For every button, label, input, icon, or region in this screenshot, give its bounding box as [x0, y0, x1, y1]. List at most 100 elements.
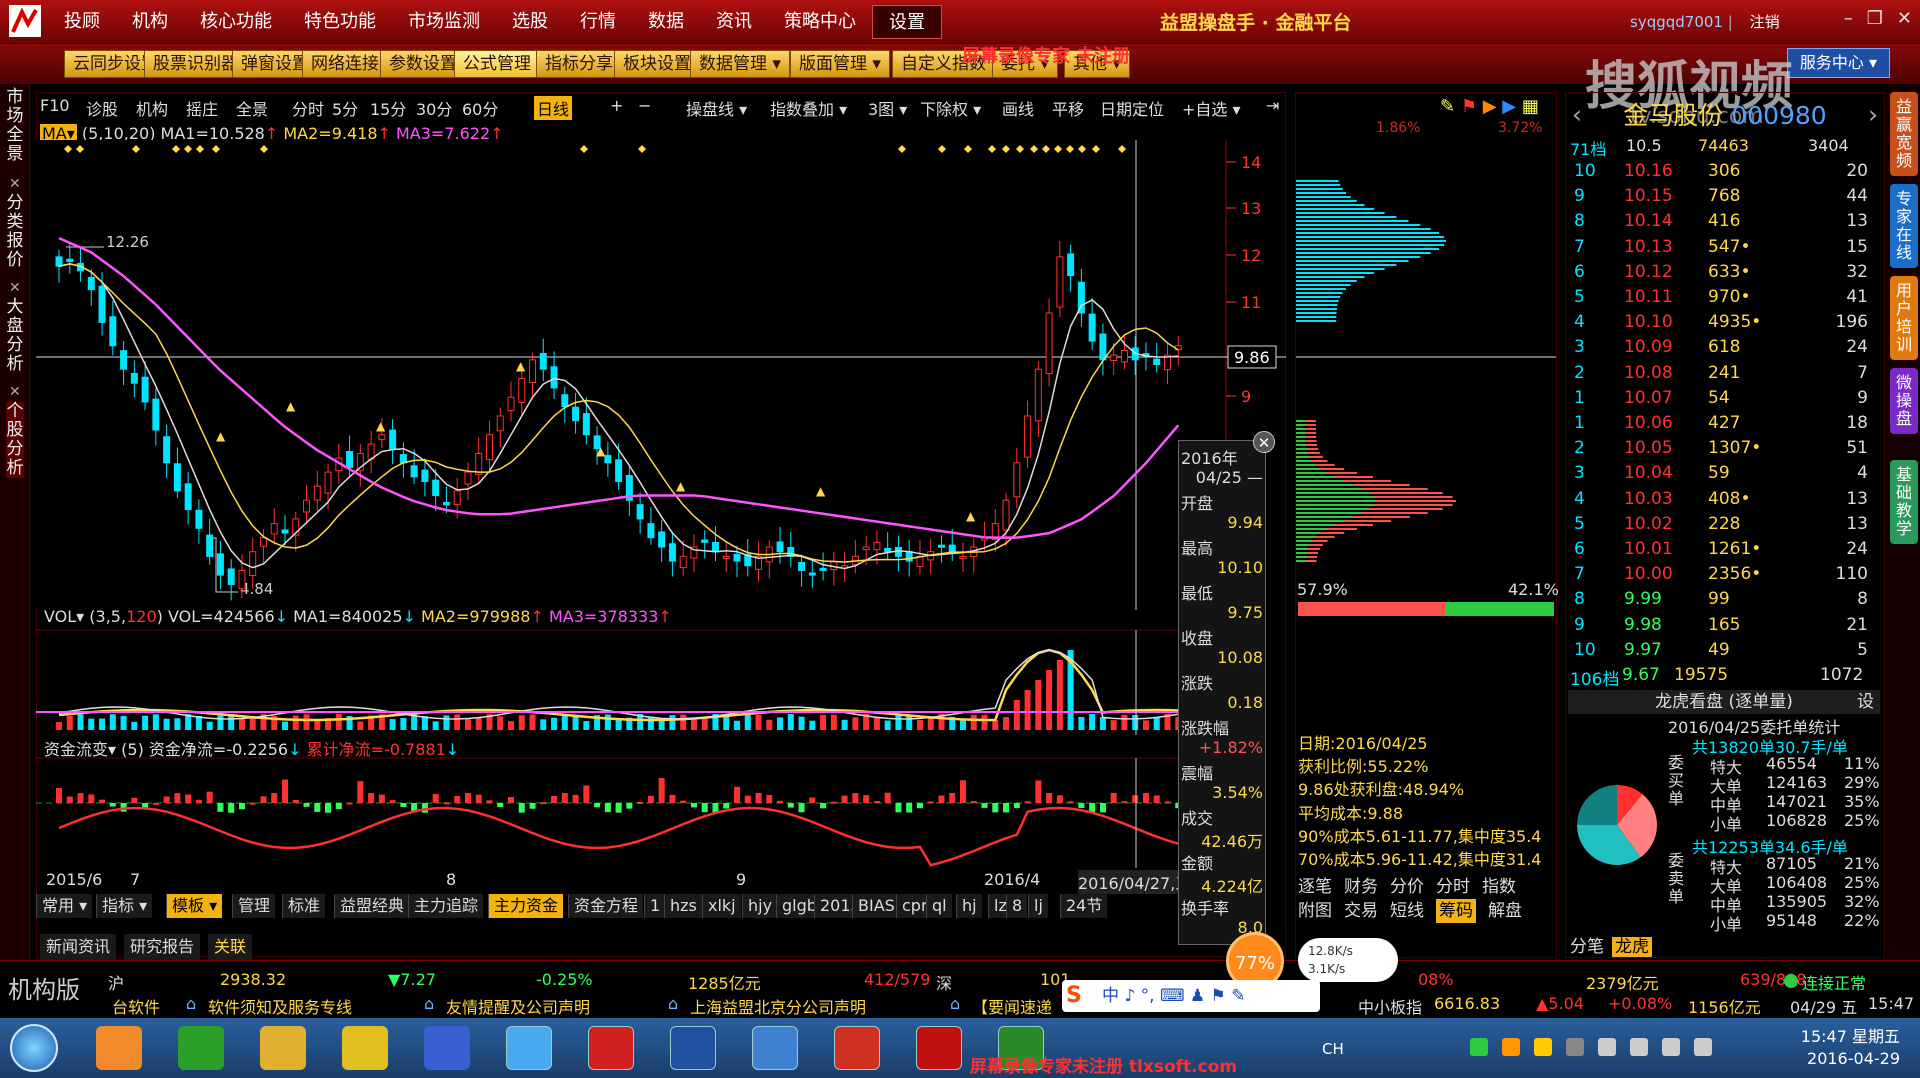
info-tab[interactable]: 关联	[208, 934, 253, 960]
tray-icon[interactable]	[1630, 1038, 1648, 1056]
menu-item[interactable]: 市场监测	[392, 5, 496, 39]
menu-item[interactable]: 资讯	[700, 5, 768, 39]
ie-icon[interactable]	[178, 1026, 224, 1070]
zoom-out-button[interactable]: −	[638, 96, 651, 115]
close-icon[interactable]: ✕	[9, 384, 21, 400]
f10-button[interactable]: F10	[40, 96, 70, 115]
menu-item[interactable]: 特色功能	[288, 5, 392, 39]
panorama-button[interactable]: 全景	[236, 96, 268, 120]
side-tab[interactable]: 益赢宽频	[1890, 92, 1918, 176]
close-icon[interactable]: ✕	[1253, 431, 1275, 453]
toolbar-button[interactable]: 公式管理	[454, 50, 540, 78]
arrow-icon[interactable]: ▶	[1502, 96, 1516, 117]
next-stock-icon[interactable]: ›	[1868, 100, 1878, 129]
side-tab[interactable]: 用户培训	[1890, 276, 1918, 360]
mid-tab[interactable]: 分价	[1390, 875, 1424, 899]
side-tab[interactable]: 专家在线	[1890, 184, 1918, 268]
indicator-tab[interactable]: 标准	[282, 894, 326, 918]
indicator-tab[interactable]: 益盟经典	[334, 894, 410, 918]
tray-icon[interactable]	[1566, 1038, 1584, 1056]
indicator-tab[interactable]: ql	[926, 894, 952, 918]
note-icon[interactable]: ▦	[1522, 96, 1539, 117]
diagnose-button[interactable]: 诊股	[86, 96, 118, 120]
toolbar-button[interactable]: 网络连接	[302, 50, 388, 78]
period-tab[interactable]: 5分	[332, 96, 358, 120]
toolbar-button[interactable]: 版面管理 ▾	[790, 50, 890, 78]
ticker-item[interactable]: 【要闻速递	[972, 994, 1052, 1018]
emoney-icon[interactable]	[588, 1026, 634, 1070]
mid-tab[interactable]: 附图	[1298, 899, 1332, 923]
indicator-tab[interactable]: xlkj	[702, 894, 741, 918]
indicator-tab[interactable]: 主力追踪	[408, 894, 484, 918]
chart-option-caopanxian[interactable]: 操盘线 ▾	[686, 96, 747, 120]
pencil-icon[interactable]: ✎	[1440, 96, 1455, 117]
tray-icon[interactable]	[1662, 1038, 1680, 1056]
triangle-icon[interactable]: ▶	[1483, 96, 1497, 117]
language-indicator[interactable]: CH	[1322, 1040, 1344, 1058]
close-icon[interactable]: ✕	[1897, 8, 1912, 29]
institution-button[interactable]: 机构	[136, 96, 168, 120]
ebank-icon[interactable]	[670, 1026, 716, 1070]
indicator-tab[interactable]: 24节	[1060, 894, 1108, 918]
menu-item[interactable]: 核心功能	[184, 5, 288, 39]
chart-option-three[interactable]: 3图 ▾	[868, 96, 907, 120]
paint-icon[interactable]	[424, 1026, 470, 1070]
windows-logo-icon[interactable]	[96, 1026, 142, 1070]
tray-icon[interactable]	[1470, 1038, 1488, 1056]
right-tab[interactable]: 分笔	[1570, 937, 1604, 957]
menu-item[interactable]: 数据	[632, 5, 700, 39]
tab-category-quotes[interactable]: 分类报价	[6, 194, 24, 270]
info-tab[interactable]: 新闻资讯	[40, 934, 117, 960]
indicator-tab[interactable]: 模板 ▾	[166, 894, 223, 918]
toolbar-button[interactable]: 板块设置	[614, 50, 700, 78]
tray-icon[interactable]	[1694, 1038, 1712, 1056]
indicator-tab[interactable]: BIAS	[852, 894, 900, 918]
tray-icon[interactable]	[1598, 1038, 1616, 1056]
side-tab[interactable]: 基础教学	[1890, 460, 1918, 544]
chart-option-zhishu[interactable]: 指数叠加 ▾	[770, 96, 847, 120]
right-tab[interactable]: 龙虎	[1612, 937, 1652, 957]
player-icon[interactable]	[834, 1026, 880, 1070]
fund-flow-chart[interactable]	[36, 757, 1286, 868]
tray-icon[interactable]	[1502, 1038, 1520, 1056]
menu-item[interactable]: 设置	[872, 5, 942, 39]
mid-tab[interactable]: 分时	[1436, 875, 1470, 899]
system-clock[interactable]: 15:47 星期五 2016-04-29	[1801, 1026, 1900, 1070]
period-tab[interactable]: 30分	[416, 96, 452, 120]
chart-option-riqidingwei[interactable]: 日期定位	[1100, 96, 1164, 120]
info-tab[interactable]: 研究报告	[124, 934, 201, 960]
indicator-tab[interactable]: hzs	[664, 894, 702, 918]
minimize-icon[interactable]: –	[1844, 8, 1853, 29]
period-tab[interactable]: 60分	[462, 96, 498, 120]
close-icon[interactable]: ✕	[9, 176, 21, 192]
qq-icon[interactable]	[506, 1026, 552, 1070]
volume-chart[interactable]	[36, 629, 1286, 735]
chart-option-pingyi[interactable]: 平移	[1052, 96, 1084, 120]
kline-chart[interactable]: 1413121199.8612.264.84▲▲▲▲▲▲ ▲▲	[36, 140, 1286, 610]
flag-icon[interactable]: ⚑	[1461, 96, 1477, 117]
tray-icon[interactable]	[1534, 1038, 1552, 1056]
restore-icon[interactable]: ❐	[1867, 8, 1883, 29]
period-tab[interactable]: 分时	[292, 96, 324, 120]
mid-tab[interactable]: 指数	[1482, 875, 1516, 899]
side-tab[interactable]: 微操盘	[1890, 368, 1918, 434]
mid-tab[interactable]: 逐笔	[1298, 875, 1332, 899]
period-tab[interactable]: 15分	[370, 96, 406, 120]
ticker-item[interactable]: 台软件	[112, 994, 160, 1018]
indicator-tab[interactable]: lj	[1028, 894, 1048, 918]
ticker-item[interactable]: 上海益盟北京分公司声明	[690, 994, 866, 1018]
period-tab-active[interactable]: 日线	[534, 96, 573, 120]
ticker-item[interactable]: 软件须知及服务专线	[208, 994, 352, 1018]
ticker-item[interactable]: 友情提醒及公司声明	[446, 994, 590, 1018]
vol-dropdown[interactable]: VOL▾	[44, 607, 84, 626]
mid-tab[interactable]: 解盘	[1488, 899, 1522, 923]
toolbar-button[interactable]: 指标分享	[536, 50, 622, 78]
mid-tab[interactable]: 交易	[1344, 899, 1378, 923]
chart-option-xiachuquan[interactable]: 下除权 ▾	[920, 96, 981, 120]
close-icon[interactable]: ✕	[9, 280, 21, 296]
mid-tab[interactable]: 短线	[1390, 899, 1424, 923]
mid-tab[interactable]: 筹码	[1436, 899, 1476, 923]
settings-button[interactable]: 设	[1857, 690, 1874, 714]
tab-stock-analysis[interactable]: 个股分析	[6, 402, 24, 478]
menu-item[interactable]: 投顾	[48, 5, 116, 39]
